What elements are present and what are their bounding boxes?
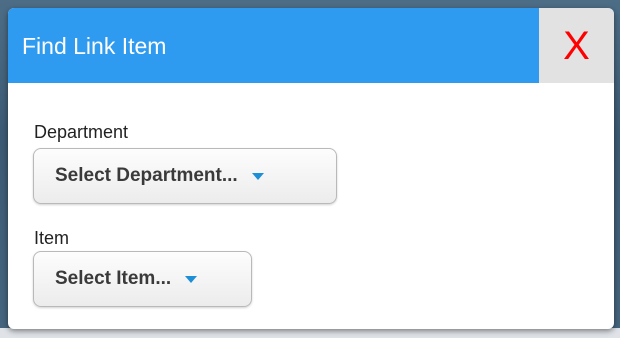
- close-button[interactable]: X: [539, 8, 614, 83]
- department-select-value: Select Department...: [55, 165, 238, 186]
- chevron-down-icon: [251, 172, 264, 180]
- dialog-header: Find Link Item X: [8, 8, 614, 83]
- item-label: Item: [34, 228, 70, 248]
- find-link-item-dialog: Find Link Item X Department Select Depar…: [8, 8, 614, 329]
- item-select-value: Select Item...: [55, 268, 172, 289]
- department-label: Department: [34, 122, 129, 142]
- dialog-title: Find Link Item: [22, 33, 167, 59]
- close-icon[interactable]: X: [563, 26, 590, 66]
- chevron-down-icon: [185, 275, 198, 283]
- backdrop-strip: [0, 328, 620, 338]
- department-select[interactable]: Select Department...: [33, 148, 337, 204]
- item-select[interactable]: Select Item...: [33, 251, 252, 307]
